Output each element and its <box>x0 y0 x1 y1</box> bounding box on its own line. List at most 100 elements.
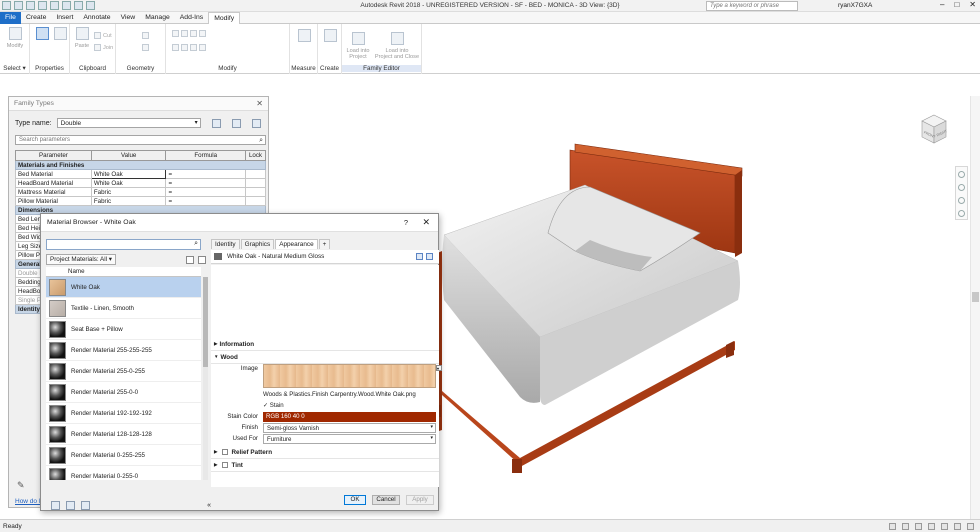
tab-graphics[interactable]: Graphics <box>240 239 275 249</box>
duplicate-asset-icon[interactable] <box>426 253 433 260</box>
help-link[interactable]: How do I <box>15 498 41 505</box>
new-type-icon[interactable] <box>211 118 221 128</box>
scroll-thumb[interactable] <box>972 292 979 302</box>
table-row[interactable]: HeadBoard Material White Oak = <box>15 178 267 188</box>
material-search-input[interactable]: ⌕ <box>46 239 201 250</box>
tab-appearance[interactable]: Appearance <box>275 239 318 249</box>
tint-section[interactable]: Tint <box>211 462 439 472</box>
grid-view-icon[interactable] <box>198 255 206 264</box>
scroll-thumb[interactable] <box>203 277 208 367</box>
close-icon[interactable]: ✕ <box>422 217 430 228</box>
add-tab-button[interactable]: + <box>318 239 331 249</box>
rename-type-icon[interactable] <box>231 118 241 128</box>
apply-button[interactable]: Apply <box>406 495 434 505</box>
tab-create[interactable]: Create <box>21 12 51 24</box>
list-item[interactable]: Textile - Linen, Smooth <box>46 298 201 319</box>
design-options-icon[interactable] <box>902 523 909 530</box>
zoom-icon[interactable] <box>958 184 965 191</box>
list-item[interactable]: Seat Base + Pillow <box>46 319 201 340</box>
column-header[interactable]: Value <box>90 150 167 161</box>
group-header[interactable]: Materials and Finishes <box>15 160 266 170</box>
align-button[interactable] <box>172 30 206 37</box>
finish-select[interactable]: Semi-gloss Varnish ▾ <box>263 423 436 433</box>
filter-icon[interactable] <box>967 523 974 530</box>
wood-image-swatch[interactable]: ▾ <box>263 364 442 388</box>
list-item[interactable]: Render Material 255-0-0 <box>46 382 201 403</box>
information-section[interactable]: Information <box>211 341 439 351</box>
tab-modify[interactable]: Modify <box>208 12 241 24</box>
tab-file[interactable]: File <box>0 12 21 24</box>
search-input[interactable]: Type a keyword or phrase <box>706 1 798 11</box>
tab-add-ins[interactable]: Add-Ins <box>175 12 208 24</box>
close-icon[interactable]: ✕ <box>969 0 976 9</box>
list-item[interactable]: Render Material 192-192-192 <box>46 403 201 424</box>
steering-wheel-icon[interactable] <box>958 171 965 178</box>
asset-browser-icon[interactable] <box>81 500 90 510</box>
join-button[interactable]: Join <box>94 44 113 51</box>
close-icon[interactable]: ✕ <box>256 99 263 108</box>
help-icon[interactable]: ? <box>404 218 408 227</box>
create-button[interactable] <box>323 29 337 44</box>
drag-icon[interactable] <box>954 523 961 530</box>
cancel-button[interactable]: Cancel <box>372 495 400 505</box>
project-materials-filter[interactable]: Project Materials: All ▾ <box>46 254 116 265</box>
table-row[interactable]: Mattress Material Fabric = <box>15 187 267 197</box>
family-types-button[interactable] <box>52 27 68 42</box>
paste-button[interactable]: Paste <box>73 27 91 49</box>
orbit-icon[interactable] <box>958 210 965 217</box>
tab-annotate[interactable]: Annotate <box>78 12 115 24</box>
tint-checkbox[interactable] <box>222 462 229 468</box>
properties-button[interactable] <box>34 27 50 42</box>
list-item[interactable]: Render Material 255-255-255 <box>46 340 201 361</box>
delete-type-icon[interactable] <box>251 118 261 128</box>
replace-asset-icon[interactable] <box>416 253 423 260</box>
chevron-down-icon[interactable]: ▾ <box>436 365 442 371</box>
collapse-icon[interactable]: « <box>207 502 211 509</box>
list-item[interactable]: White Oak <box>46 277 201 298</box>
list-view-icon[interactable] <box>186 255 194 264</box>
list-item[interactable]: Render Material 0-255-0 <box>46 466 201 480</box>
type-name-select[interactable]: Double ▾ <box>56 118 201 128</box>
column-header[interactable]: Formula <box>165 150 246 161</box>
relief-pattern-section[interactable]: Relief Pattern <box>211 449 439 459</box>
rotate-button[interactable] <box>172 44 206 51</box>
selection-links-icon[interactable] <box>915 523 922 530</box>
viewport-scrollbar[interactable] <box>970 96 980 519</box>
table-row[interactable]: Bed Material White Oak = <box>15 169 267 179</box>
relief-checkbox[interactable] <box>222 449 229 455</box>
ok-button[interactable]: OK <box>344 495 366 505</box>
tab-manage[interactable]: Manage <box>140 12 175 24</box>
load-and-close-button[interactable]: Load into Project and Close <box>374 26 420 66</box>
cope-button[interactable] <box>142 32 149 39</box>
modify-button[interactable]: Modify <box>6 27 24 49</box>
cut-button[interactable]: Cut <box>94 32 112 39</box>
select-dropdown[interactable]: Select ▾ <box>0 65 29 72</box>
maximize-icon[interactable]: □ <box>954 0 959 9</box>
list-item[interactable]: Render Material 128-128-128 <box>46 424 201 445</box>
load-into-project-button[interactable]: Load into Project <box>344 26 372 66</box>
underlay-icon[interactable] <box>928 523 935 530</box>
pan-icon[interactable] <box>958 197 965 204</box>
used-for-select[interactable]: Furniture ▾ <box>263 434 436 444</box>
list-item[interactable]: Render Material 255-0-255 <box>46 361 201 382</box>
measure-button[interactable] <box>297 29 311 44</box>
wood-section[interactable]: Wood <box>211 354 439 364</box>
material-list-scrollbar[interactable] <box>203 277 208 480</box>
list-header[interactable]: Name <box>46 267 201 277</box>
view-cube[interactable]: FRONT RIGHT <box>920 113 949 151</box>
tab-identity[interactable]: Identity <box>211 239 240 249</box>
search-parameters-input[interactable]: Search parameters ⌕ <box>15 135 266 145</box>
table-row[interactable]: Pillow Material Fabric = <box>15 196 267 206</box>
minimize-icon[interactable]: – <box>940 0 944 9</box>
stain-checkbox[interactable]: ✓ Stain <box>263 402 284 409</box>
edit-pencil-icon[interactable]: ✎ <box>17 480 25 491</box>
create-material-icon[interactable] <box>66 500 75 510</box>
worksets-icon[interactable] <box>889 523 896 530</box>
stain-color-field[interactable]: RGB 160 40 0 <box>263 412 436 422</box>
library-icon[interactable] <box>51 500 60 510</box>
list-item[interactable]: Render Material 0-255-255 <box>46 445 201 466</box>
pinned-icon[interactable] <box>941 523 948 530</box>
split-face-button[interactable] <box>142 44 149 51</box>
tab-insert[interactable]: Insert <box>51 12 78 24</box>
column-header[interactable]: Lock <box>244 150 267 161</box>
